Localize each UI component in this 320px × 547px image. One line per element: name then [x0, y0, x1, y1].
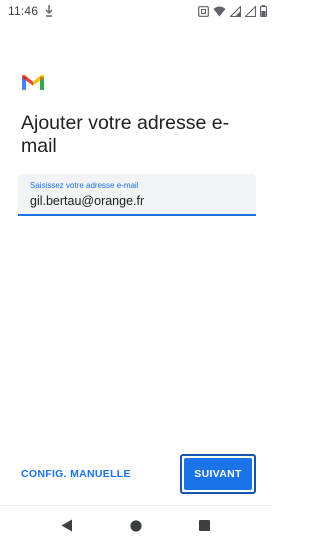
email-field-label: Saisissez votre adresse e-mail — [30, 181, 139, 190]
next-button[interactable]: SUIVANT — [184, 458, 252, 490]
signal-icon — [230, 5, 241, 17]
recents-icon[interactable] — [199, 520, 210, 531]
page-title: Ajouter votre adresse e-mail — [21, 112, 230, 157]
status-time: 11:46 — [8, 4, 39, 18]
manual-config-button[interactable]: CONFIG. MANUELLE — [21, 468, 131, 480]
home-icon[interactable] — [130, 520, 142, 532]
nfc-icon — [198, 5, 209, 17]
back-icon[interactable] — [61, 519, 73, 532]
battery-icon — [260, 5, 267, 17]
status-icons — [198, 3, 267, 19]
signal-icon-2 — [245, 5, 256, 17]
status-bar: 11:46 — [0, 0, 273, 24]
wifi-icon — [213, 6, 226, 16]
gmail-logo — [22, 74, 44, 90]
navigation-bar — [0, 505, 273, 547]
download-icon — [45, 5, 53, 17]
email-field-value[interactable]: gil.bertau@orange.fr — [30, 194, 144, 208]
email-field[interactable]: Saisissez votre adresse e-mail gil.berta… — [18, 174, 256, 216]
